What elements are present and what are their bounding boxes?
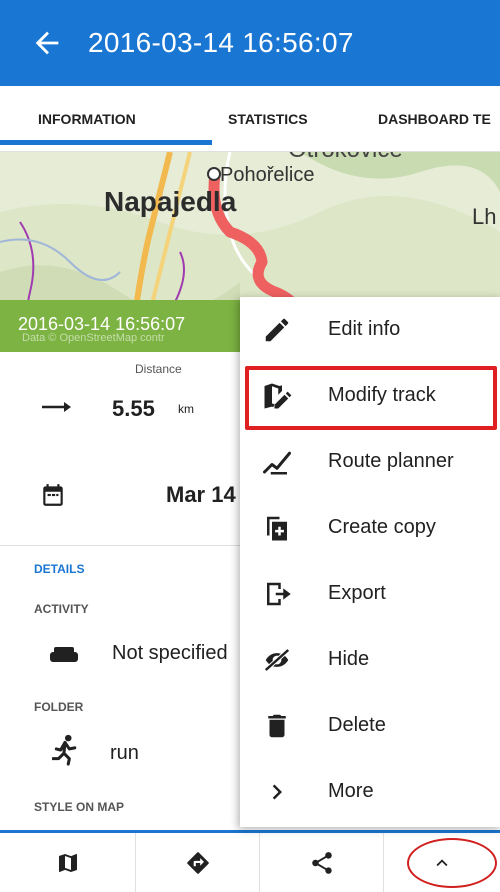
- map-label-lh: Lh: [472, 204, 497, 229]
- menu-label-more: More: [328, 780, 374, 802]
- share-icon: [311, 851, 332, 874]
- copy-icon: [267, 516, 287, 541]
- menu-label-export: Export: [328, 582, 386, 604]
- menu-label-edit-info: Edit info: [328, 318, 401, 340]
- map-button[interactable]: [0, 833, 136, 892]
- menu-label-create-copy: Create copy: [328, 516, 436, 538]
- chevron-right-icon: [272, 784, 282, 800]
- menu-item-export[interactable]: Export: [240, 561, 500, 627]
- map-label-otrokovice: Otrokovice: [288, 152, 403, 164]
- details-section-title: DETAILS: [34, 562, 85, 576]
- menu-label-delete: Delete: [328, 714, 386, 736]
- arrow-right-icon: [42, 402, 71, 412]
- tab-statistics[interactable]: STATISTICS: [228, 86, 308, 151]
- pencil-icon: [265, 318, 289, 342]
- menu-item-edit-info[interactable]: Edit info: [240, 297, 500, 363]
- map-label-napajedla: Napajedla: [104, 186, 237, 217]
- trash-icon: [268, 714, 286, 738]
- style-on-map-label: STYLE ON MAP: [34, 800, 125, 814]
- map-attribution: Data © OpenStreetMap contr: [22, 332, 165, 344]
- activity-label: ACTIVITY: [34, 602, 89, 616]
- page-title: 2016-03-14 16:56:07: [88, 27, 354, 58]
- activity-value[interactable]: Not specified: [112, 642, 228, 665]
- arrow-left-icon[interactable]: [30, 26, 64, 60]
- folder-value[interactable]: run: [110, 742, 139, 765]
- run-icon: [52, 734, 77, 766]
- route-planner-icon: [263, 451, 291, 475]
- map-label-pohorelice: Pohořelice: [220, 164, 315, 186]
- export-icon: [267, 582, 291, 606]
- distance-value: 5.55: [112, 396, 155, 421]
- calendar-icon: [43, 484, 63, 506]
- active-tab-indicator: [0, 140, 212, 145]
- annotation-highlight: [245, 366, 497, 430]
- share-button[interactable]: [260, 833, 384, 892]
- tab-dashboard[interactable]: DASHBOARD TE: [378, 86, 491, 151]
- track-banner: 2016-03-14 16:56:07 Data © OpenStreetMap…: [0, 300, 240, 352]
- menu-item-delete[interactable]: Delete: [240, 693, 500, 759]
- map-icon: [58, 853, 77, 872]
- menu-item-hide[interactable]: Hide: [240, 627, 500, 693]
- annotation-circle: [407, 838, 497, 888]
- distance-label: Distance: [135, 362, 182, 376]
- folder-label: FOLDER: [34, 700, 84, 714]
- navigate-button[interactable]: [136, 833, 260, 892]
- menu-item-route-planner[interactable]: Route planner: [240, 429, 500, 495]
- distance-unit: km: [178, 402, 194, 416]
- track-date: Mar 14: [166, 482, 236, 507]
- eye-off-icon: [264, 648, 290, 672]
- menu-label-route-planner: Route planner: [328, 450, 454, 472]
- menu-label-hide: Hide: [328, 648, 370, 670]
- navigate-icon: [186, 851, 209, 874]
- app-bar: 2016-03-14 16:56:07: [0, 0, 500, 86]
- sofa-icon: [50, 647, 78, 662]
- menu-item-more[interactable]: More: [240, 759, 500, 825]
- menu-item-create-copy[interactable]: Create copy: [240, 495, 500, 561]
